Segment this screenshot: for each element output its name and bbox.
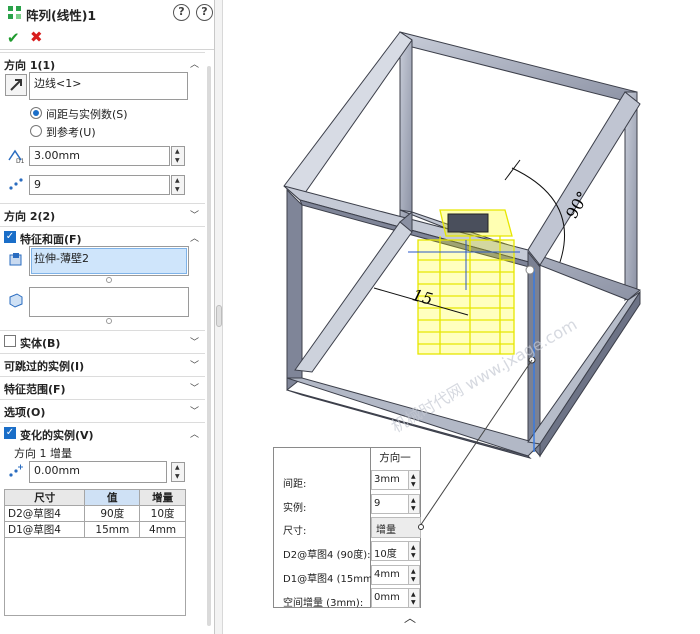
- panel-titlebar: 阵列(线性)1 ? ?: [0, 0, 214, 26]
- callout-label: D1@草图4 (15mm):: [283, 574, 380, 585]
- section-feature-scope[interactable]: 特征范围(F) ﹀: [0, 376, 205, 398]
- spacing-input[interactable]: 3.00mm: [29, 146, 170, 166]
- varying-instances-checkbox[interactable]: ✓: [4, 427, 16, 439]
- faces-select-icon: [9, 293, 23, 308]
- svg-text:D1: D1: [16, 158, 25, 164]
- panel-scrollbar[interactable]: [207, 66, 211, 626]
- section-options[interactable]: 选项(O) ﹀: [0, 399, 205, 421]
- instances-input[interactable]: 9: [29, 175, 170, 195]
- section-features-faces[interactable]: ✓ 特征和面(F) ︿: [0, 226, 205, 248]
- table-header-dimension: 尺寸: [3, 489, 86, 506]
- bodies-checkbox[interactable]: [4, 335, 16, 347]
- radio-up-to-reference-label: 到参考(U): [46, 126, 96, 139]
- chevron-down-icon[interactable]: ﹀: [190, 208, 199, 221]
- list-resize-handle[interactable]: [106, 277, 112, 283]
- callout-dimension-dropdown[interactable]: 增量: [371, 517, 421, 538]
- table-cell[interactable]: D1@草图4: [3, 521, 86, 538]
- faces-list[interactable]: [29, 287, 189, 317]
- section-varying-instances[interactable]: ✓ 变化的实例(V) ︿: [0, 422, 205, 444]
- table-header-increment: 增量: [139, 489, 186, 506]
- features-faces-checkbox[interactable]: ✓: [4, 231, 16, 243]
- section-bodies-label: 实体(B): [20, 337, 61, 350]
- table-cell[interactable]: 90度: [84, 505, 141, 522]
- callout-label: 实例:: [283, 503, 307, 514]
- instances-spinner[interactable]: ▲ ▼: [171, 175, 185, 195]
- arrow-diagonal-icon: [10, 79, 22, 91]
- table-cell[interactable]: D2@草图4: [3, 505, 86, 522]
- help-icon[interactable]: ?: [173, 4, 190, 21]
- list-item[interactable]: 拉伸-薄壁2: [31, 248, 187, 274]
- property-manager: 阵列(线性)1 ? ? ✔ ✖ 方向 1(1) ︿ 边线<1> 间距与实例数(S…: [0, 0, 215, 634]
- table-cell[interactable]: 10度: [139, 505, 186, 522]
- table-header-value: 值: [84, 489, 141, 506]
- direction-reverse-button[interactable]: [5, 74, 27, 96]
- table-cell[interactable]: 15mm: [84, 521, 141, 538]
- cancel-x-icon[interactable]: ✖: [30, 28, 43, 46]
- ok-check-icon[interactable]: ✔: [7, 29, 20, 47]
- increment-input[interactable]: 0.00mm: [29, 461, 167, 483]
- callout-spacing-increment-field[interactable]: 0mm: [371, 588, 409, 608]
- chevron-down-icon[interactable]: ﹀: [190, 404, 199, 417]
- callout-spinner[interactable]: ▲ ▼: [408, 470, 420, 490]
- section-direction-1[interactable]: 方向 1(1) ︿: [0, 52, 205, 74]
- callout-instances-field[interactable]: 9: [371, 494, 409, 514]
- chevron-up-icon[interactable]: ︿: [404, 609, 416, 626]
- callout-label: 空间增量 (3mm):: [283, 598, 364, 609]
- callout-spinner[interactable]: ▲ ▼: [408, 494, 420, 514]
- table-row[interactable]: D1@草图4 15mm 4mm: [3, 521, 186, 538]
- chevron-up-icon[interactable]: ︿: [190, 427, 199, 440]
- callout-angle-increment-field[interactable]: 10度: [371, 541, 409, 561]
- section-feature-scope-label: 特征范围(F): [4, 383, 66, 396]
- panel-title: 阵列(线性)1: [26, 8, 97, 23]
- vary-table: 尺寸 值 增量 D2@草图4 90度 10度 D1@草图4 15mm 4mm: [3, 489, 186, 538]
- table-cell[interactable]: 4mm: [139, 521, 186, 538]
- callout-spinner[interactable]: ▲ ▼: [408, 541, 420, 561]
- radio-spacing-instances[interactable]: [30, 107, 42, 119]
- section-bodies[interactable]: 实体(B) ﹀: [0, 330, 205, 352]
- section-varying-instances-label: 变化的实例(V): [20, 429, 94, 442]
- direction-1-increment-label: 方向 1 增量: [14, 447, 72, 460]
- callout-spinner[interactable]: ▲ ▼: [408, 565, 420, 585]
- panel-splitter[interactable]: [215, 0, 223, 634]
- instances-count-icon: [9, 178, 23, 190]
- callout-spacing-field[interactable]: 3mm: [371, 470, 409, 490]
- callout-length-increment-field[interactable]: 4mm: [371, 565, 409, 585]
- chevron-up-icon[interactable]: ︿: [190, 57, 199, 70]
- chevron-up-icon[interactable]: ︿: [190, 231, 199, 244]
- section-skip-instances[interactable]: 可跳过的实例(I) ﹀: [0, 353, 205, 375]
- spacing-dimension-icon: D1: [8, 149, 25, 164]
- callout-label: 间距:: [283, 479, 307, 490]
- splitter-grip[interactable]: [216, 305, 222, 327]
- feature-slot: [447, 213, 489, 233]
- callout-label: 尺寸:: [283, 526, 307, 537]
- radio-spacing-instances-label: 间距与实例数(S): [46, 108, 128, 121]
- panel-actions: ✔ ✖: [0, 26, 214, 50]
- feature-select-icon: [9, 253, 22, 266]
- table-row[interactable]: D2@草图4 90度 10度: [3, 505, 186, 522]
- callout-header: 方向一: [379, 452, 411, 464]
- increment-spinner[interactable]: ▲ ▼: [171, 462, 185, 482]
- pattern-callout: 方向一 间距: 3mm ▲ ▼ 实例: 9 ▲ ▼ 尺寸: 增量 D2@草图4 (9…: [273, 447, 424, 609]
- chevron-down-icon[interactable]: ﹀: [190, 335, 199, 348]
- direction-1-edge-field[interactable]: 边线<1>: [29, 72, 188, 100]
- section-options-label: 选项(O): [4, 406, 46, 419]
- list-resize-handle[interactable]: [106, 318, 112, 324]
- edge-handle: [525, 265, 535, 275]
- increment-icon: [9, 464, 23, 477]
- chevron-down-icon[interactable]: ﹀: [190, 381, 199, 394]
- section-features-faces-label: 特征和面(F): [20, 233, 82, 246]
- section-direction-2[interactable]: 方向 2(2) ﹀: [0, 203, 205, 225]
- features-list[interactable]: 拉伸-薄壁2: [29, 246, 189, 276]
- help-circle-icon[interactable]: ?: [196, 4, 213, 21]
- callout-spinner[interactable]: ▲ ▼: [408, 588, 420, 608]
- callout-anchor-dot: [418, 524, 424, 530]
- section-direction-1-label: 方向 1(1): [4, 59, 56, 72]
- callout-label: D2@草图4 (90度):: [283, 550, 371, 561]
- radio-up-to-reference[interactable]: [30, 125, 42, 137]
- spacing-spinner[interactable]: ▲ ▼: [171, 146, 185, 166]
- section-direction-2-label: 方向 2(2): [4, 210, 56, 223]
- chevron-down-icon[interactable]: ﹀: [190, 358, 199, 371]
- linear-pattern-icon: [8, 6, 21, 19]
- section-skip-instances-label: 可跳过的实例(I): [4, 360, 85, 373]
